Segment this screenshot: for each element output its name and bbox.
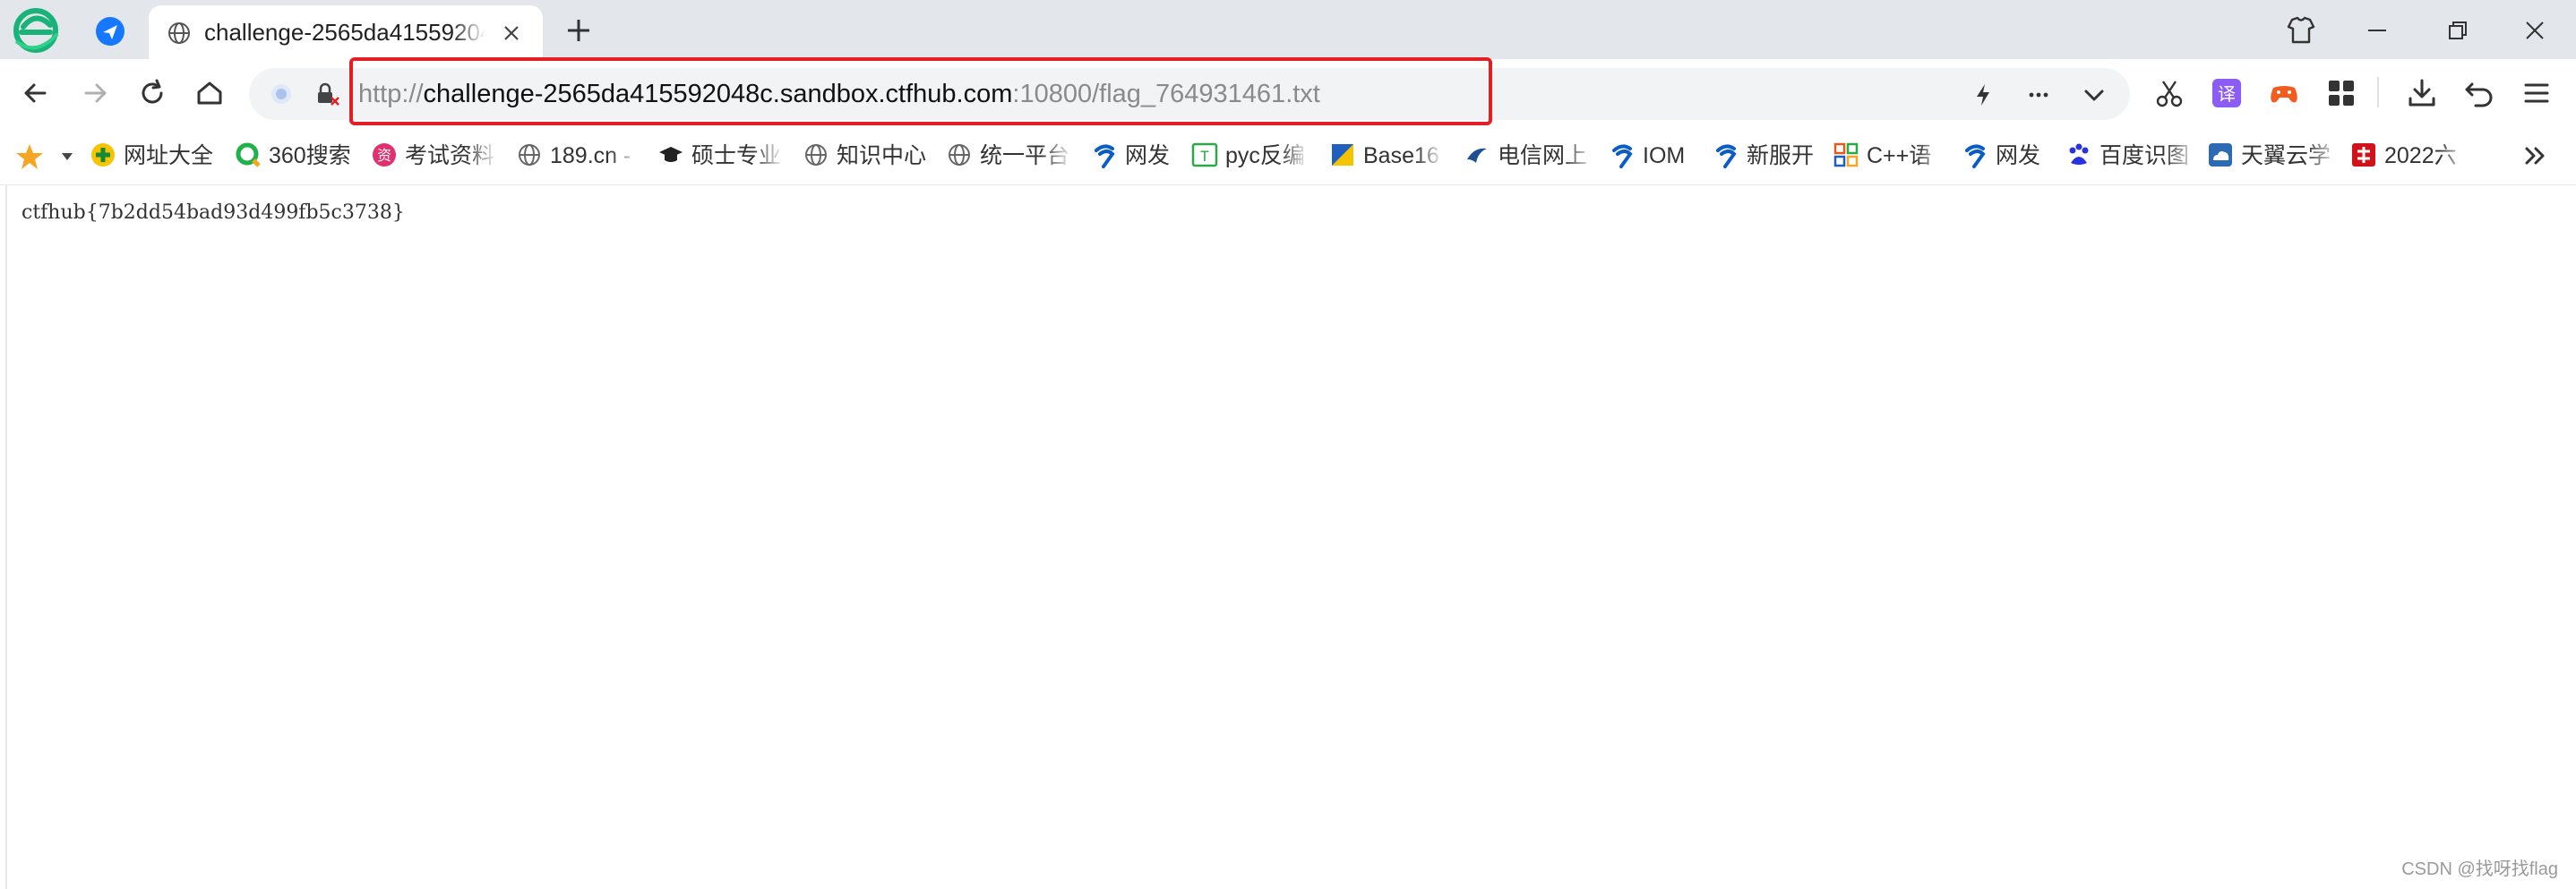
bookmark-label: 考试资料 (405, 143, 495, 168)
chevron-down-icon[interactable] (2080, 81, 2108, 109)
bookmark-label: 2022六 (2384, 143, 2457, 168)
site-security-icon[interactable] (269, 81, 294, 107)
svg-text:译: 译 (2218, 83, 2236, 105)
telecom-icon (1716, 144, 1737, 169)
navigation-toolbar: http://challenge-2565da415592048c.sandbo… (0, 57, 2576, 127)
page-content: ctfhub{7b2dd54bad93d499fb5c3738} CSDN @找… (0, 185, 2576, 889)
cloud-icon (2209, 143, 2232, 167)
restore-icon[interactable] (2436, 9, 2479, 52)
bookmark-label: 网发 (1996, 143, 2041, 168)
bookmark-label: 网址大全 (124, 143, 214, 168)
bookmark-label: 百度识图 (2099, 143, 2190, 168)
svg-text:T: T (1200, 148, 1209, 165)
url-highlight-box (349, 57, 1492, 125)
scissors-icon[interactable] (2151, 75, 2187, 111)
terminal-icon: T (1191, 143, 1218, 167)
tab-strip: challenge-2565da415592048c (0, 0, 2576, 59)
game-controller-icon[interactable] (2266, 75, 2302, 111)
watermark: CSDN @找呀找flag (2401, 859, 2558, 879)
bookmark-label: 硕士专业 (691, 143, 782, 168)
page-edge (5, 185, 7, 889)
bookmark-label: 电信网上 (1498, 143, 1588, 168)
flag-text: ctfhub{7b2dd54bad93d499fb5c3738} (21, 201, 405, 224)
browser-logo-icon[interactable] (11, 5, 61, 56)
red-app-icon (2352, 143, 2375, 167)
back-icon[interactable] (18, 75, 54, 111)
bookmark-item[interactable]: 硕士专业 (657, 127, 785, 184)
new-tab-icon[interactable] (562, 14, 595, 47)
telecom-icon (1612, 144, 1633, 169)
bookmark-label: C++语 (1867, 143, 1932, 168)
bookmark-label: 新服开 (1747, 143, 1815, 168)
bookmarks-bar: 网址大全 360搜索 资考试资料 189.cn - 硕士专业 知识中心 统一平台… (0, 127, 2576, 185)
bookmark-item[interactable]: 360搜索 (235, 127, 360, 184)
pinned-tab-send-icon[interactable] (88, 9, 133, 54)
bookmark-item[interactable]: 电信网上 (1464, 127, 1596, 184)
graduation-cap-icon (659, 147, 683, 163)
more-options-icon[interactable] (2024, 81, 2053, 109)
bookmark-label: 知识中心 (837, 143, 927, 168)
bookmark-label: 网发 (1125, 143, 1171, 168)
menu-icon[interactable] (2519, 75, 2555, 111)
globe-icon (168, 22, 190, 44)
svg-text:资: 资 (377, 147, 391, 164)
insecure-lock-icon[interactable] (313, 81, 340, 107)
bookmark-item[interactable]: 资考试资料 (371, 127, 498, 184)
360-search-icon (236, 142, 261, 168)
green-plus-icon (91, 143, 115, 167)
translate-icon[interactable]: 译 (2209, 75, 2245, 111)
telecom-icon (1965, 144, 1986, 169)
bookmark-label: 天翼云学 (2241, 143, 2331, 168)
lightning-icon[interactable] (1969, 81, 1997, 109)
bookmark-item[interactable]: 新服开 (1713, 127, 1825, 184)
bookmark-item[interactable]: 百度识图 (2065, 127, 2198, 184)
bookmark-item[interactable]: 网发 (1091, 127, 1195, 184)
bookmark-item[interactable]: 2022六 (2350, 127, 2469, 184)
bookmark-item[interactable]: 网发 (1962, 127, 2062, 184)
bookmark-label: Base16 (1363, 143, 1439, 168)
bookmark-label: 189.cn - (550, 143, 631, 168)
grid-icon (1833, 143, 1859, 167)
more-bookmarks-icon[interactable] (2519, 140, 2551, 172)
bookmark-item[interactable]: IOM (1609, 127, 1698, 184)
bookmark-item[interactable]: 知识中心 (803, 127, 933, 184)
bird-icon (1467, 149, 1487, 164)
apps-grid-icon[interactable] (2323, 75, 2359, 111)
close-window-icon[interactable] (2513, 9, 2556, 52)
active-tab[interactable]: challenge-2565da415592048c (149, 5, 543, 59)
tab-title: challenge-2565da415592048c (204, 19, 485, 46)
home-icon[interactable] (192, 75, 228, 111)
base16-icon (1332, 144, 1353, 167)
bookmark-label: 统一平台 (980, 143, 1070, 168)
undo-icon[interactable] (2461, 75, 2497, 111)
caret-down-icon[interactable] (61, 152, 73, 161)
bookmark-item[interactable]: Base16 (1329, 127, 1444, 184)
minimize-icon[interactable] (2356, 9, 2399, 52)
bookmark-item[interactable]: 天翼云学 (2207, 127, 2340, 184)
telecom-icon (1095, 144, 1115, 169)
baidu-icon (2069, 143, 2089, 166)
skin-shirt-icon[interactable] (2280, 9, 2323, 52)
bookmark-label: 360搜索 (269, 143, 351, 168)
bookmark-item[interactable]: 统一平台 (946, 127, 1073, 184)
bookmark-item[interactable]: 189.cn - (516, 127, 640, 184)
reload-icon[interactable] (134, 75, 170, 111)
globe-icon (519, 144, 540, 167)
download-icon[interactable] (2404, 75, 2440, 111)
bookmark-item[interactable]: Tpyc反编 (1191, 127, 1309, 184)
globe-icon (805, 144, 827, 167)
toolbar-separator (2377, 77, 2379, 107)
star-icon[interactable] (14, 141, 45, 172)
globe-icon (949, 144, 970, 167)
forward-icon[interactable] (77, 75, 113, 111)
bookmark-item[interactable]: C++语 (1833, 127, 1945, 184)
exam-icon: 资 (373, 143, 396, 167)
bookmark-item[interactable]: 网址大全 (90, 127, 215, 184)
close-tab-icon[interactable] (500, 21, 523, 45)
bookmark-label: pyc反编 (1225, 143, 1305, 168)
bookmark-label: IOM (1643, 143, 1686, 168)
